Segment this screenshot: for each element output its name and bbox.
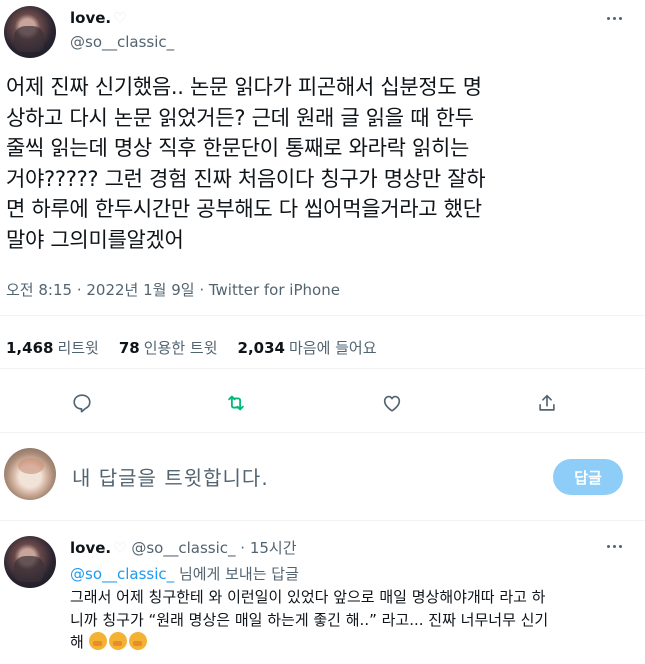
hand-over-mouth-emoji: [108, 632, 127, 650]
retweet-button[interactable]: [221, 388, 251, 418]
author-handle[interactable]: @so__classic_: [70, 33, 174, 51]
reply-text: 그래서 어제 칭구한테 와 이런일이 있었다 앞으로 매일 명상해야개따 라고 …: [70, 586, 640, 654]
share-button[interactable]: [532, 388, 562, 418]
white-heart-icon: ♡: [113, 9, 127, 27]
quotes-label: 인용한 트윗: [143, 339, 218, 357]
author-name-text: love.: [70, 9, 112, 27]
divider: [0, 520, 645, 521]
share-icon: [539, 394, 555, 411]
reply-time[interactable]: · 15시간: [240, 539, 296, 557]
reply-text-line: 해: [70, 631, 640, 654]
hand-over-mouth-emoji: [88, 632, 107, 650]
retweets-stat[interactable]: 1,468 리트윗: [6, 337, 99, 358]
replying-to: @so__classic_ 님에게 보내는 답글: [70, 563, 299, 584]
divider: [0, 368, 645, 369]
tweet-text-line: 말야 그의미를알겠어: [6, 227, 184, 252]
reply-header: love. ♡ @so__classic_ · 15시간: [70, 537, 297, 558]
speech-bubble-icon: [73, 394, 91, 413]
likes-count: 2,034: [237, 339, 285, 357]
reply-more-dots-icon[interactable]: [607, 545, 622, 548]
reply-text-line-text: 해: [70, 633, 84, 651]
tweet-stats: 1,468 리트윗 78 인용한 트윗 2,034 마음에 들어요: [6, 337, 377, 358]
retweets-count: 1,468: [6, 339, 54, 357]
tweet-text-line: 어제 진짜 신기했음.. 논문 읽다가 피곤해서 십분정도 명: [6, 75, 482, 99]
reply-compose-input[interactable]: 내 답글을 트윗합니다.: [72, 462, 269, 491]
reply-author-avatar[interactable]: [4, 536, 56, 588]
author-avatar[interactable]: [4, 6, 56, 58]
replying-to-mention[interactable]: @so__classic_: [70, 565, 174, 583]
divider: [0, 432, 645, 433]
tweet-text-line: 면 하루에 한두시간만 공부해도 다 씹어먹을거라고 했단: [6, 197, 482, 221]
tweet-text-line: 거야????? 그런 경험 진짜 처음이다 칭구가 명상만 잘하: [6, 166, 486, 191]
my-avatar: [4, 448, 56, 500]
tweet-text: 어제 진짜 신기했음.. 논문 읽다가 피곤해서 십분정도 명 상하고 다시 논…: [6, 72, 636, 255]
likes-label: 마음에 들어요: [288, 339, 377, 357]
heart-outline-icon: [383, 395, 401, 412]
quotes-stat[interactable]: 78 인용한 트윗: [119, 337, 218, 358]
reply-button[interactable]: [67, 388, 97, 418]
divider: [0, 315, 645, 316]
reply-text-line: 니까 칭구가 “원래 명상은 매일 하는게 좋긴 해..” 라고... 진짜 너…: [70, 610, 549, 629]
tweet-text-line: 상하고 다시 논문 읽었거든? 근데 원래 글 읽을 때 한두: [6, 105, 474, 130]
tweet-text-line: 줄씩 읽는데 명상 직후 한문단이 통째로 와라락 읽히는: [6, 136, 470, 160]
likes-stat[interactable]: 2,034 마음에 들어요: [238, 337, 377, 358]
more-dots-icon[interactable]: [607, 17, 622, 20]
quotes-count: 78: [118, 339, 140, 357]
hand-over-mouth-emoji: [128, 632, 147, 650]
reply-author-handle[interactable]: @so__classic_: [131, 539, 235, 557]
retweets-label: 리트윗: [57, 339, 99, 357]
white-heart-icon: ♡: [113, 539, 127, 557]
author-display-name[interactable]: love. ♡: [70, 9, 127, 27]
reply-author-name[interactable]: love.: [70, 539, 111, 557]
retweet-icon: [228, 395, 244, 411]
replying-to-suffix: 님에게 보내는 답글: [178, 565, 299, 583]
like-button[interactable]: [377, 388, 407, 418]
reply-text-line: 그래서 어제 칭구한테 와 이런일이 있었다 앞으로 매일 명상해야개따 라고 …: [70, 588, 546, 606]
reply-submit-button[interactable]: 답글: [553, 459, 623, 495]
tweet-timestamp[interactable]: 오전 8:15 · 2022년 1월 9일 · Twitter for iPho…: [6, 279, 340, 300]
